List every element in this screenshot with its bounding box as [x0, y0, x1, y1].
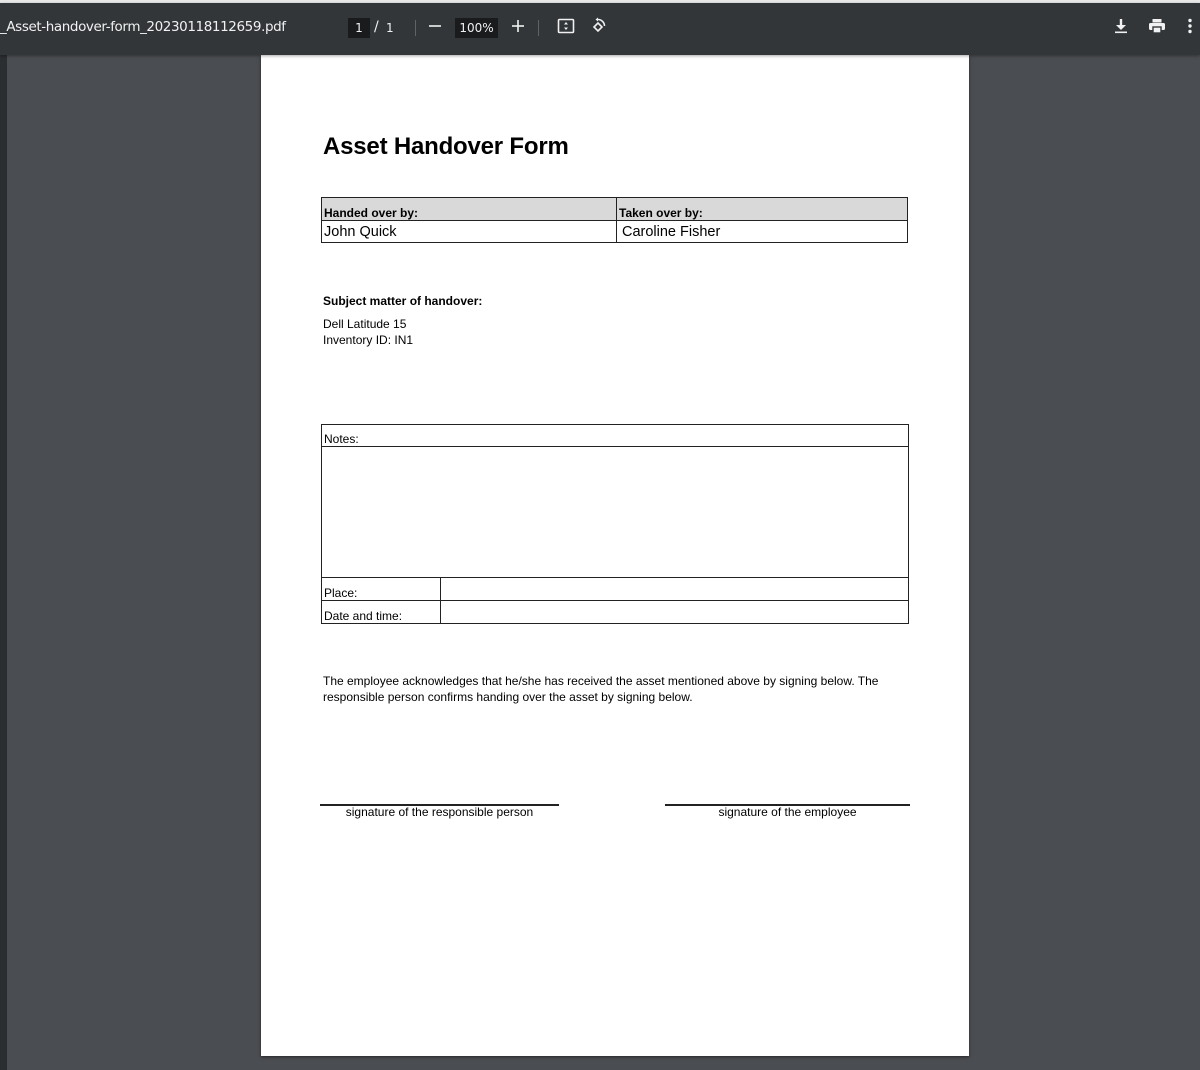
- toolbar-divider: [538, 20, 539, 36]
- rotate-button[interactable]: [585, 15, 611, 41]
- print-button[interactable]: [1144, 15, 1170, 41]
- subject-line: Inventory ID: IN1: [323, 333, 414, 347]
- notes-table: Notes: Place: Date and time:: [321, 424, 909, 624]
- signature-label-employee: signature of the employee: [718, 805, 857, 819]
- fit-to-page-button[interactable]: [553, 15, 579, 41]
- handover-table: Handed over by: Taken over by: John Quic…: [321, 197, 908, 243]
- download-button[interactable]: [1108, 15, 1134, 41]
- zoom-in-button[interactable]: [505, 15, 531, 41]
- download-icon: [1113, 18, 1129, 39]
- acknowledgement-text: The employee acknowledges that he/she ha…: [323, 674, 879, 704]
- subject-label: Subject matter of handover:: [323, 294, 483, 308]
- pdf-page: Asset Handover Form Handed over by: Take…: [261, 55, 969, 1056]
- notes-field: [321, 446, 909, 578]
- signature-label-responsible: signature of the responsible person: [345, 805, 534, 819]
- datetime-label: Date and time:: [321, 600, 441, 624]
- subject-line: Dell Latitude 15: [323, 317, 407, 331]
- sidebar-strip: [0, 55, 7, 1070]
- page-separator: /: [374, 19, 379, 35]
- zoom-level-input[interactable]: [455, 18, 498, 38]
- file-name: _Asset-handover-form_20230118112659.pdf: [0, 19, 286, 35]
- total-pages: 1: [386, 21, 394, 35]
- place-label: Place:: [321, 577, 441, 601]
- place-field: [440, 577, 909, 601]
- document-title: Asset Handover Form: [323, 133, 569, 160]
- taken-over-label: Taken over by:: [616, 197, 908, 221]
- plus-icon: [511, 19, 525, 38]
- datetime-field: [440, 600, 909, 624]
- more-actions-button[interactable]: [1180, 15, 1200, 41]
- more-vert-icon: [1188, 18, 1192, 39]
- handed-over-value: John Quick: [321, 220, 617, 243]
- handed-over-label: Handed over by:: [321, 197, 617, 221]
- print-icon: [1148, 18, 1166, 39]
- fit-to-page-icon: [557, 17, 575, 40]
- toolbar-divider: [415, 20, 416, 36]
- rotate-icon: [589, 17, 607, 40]
- minus-icon: [428, 19, 442, 38]
- taken-over-value: Caroline Fisher: [616, 220, 908, 243]
- notes-label: Notes:: [321, 424, 909, 447]
- zoom-out-button[interactable]: [422, 15, 448, 41]
- pdf-toolbar: _Asset-handover-form_20230118112659.pdf …: [0, 3, 1200, 55]
- page-number-input[interactable]: [348, 18, 370, 38]
